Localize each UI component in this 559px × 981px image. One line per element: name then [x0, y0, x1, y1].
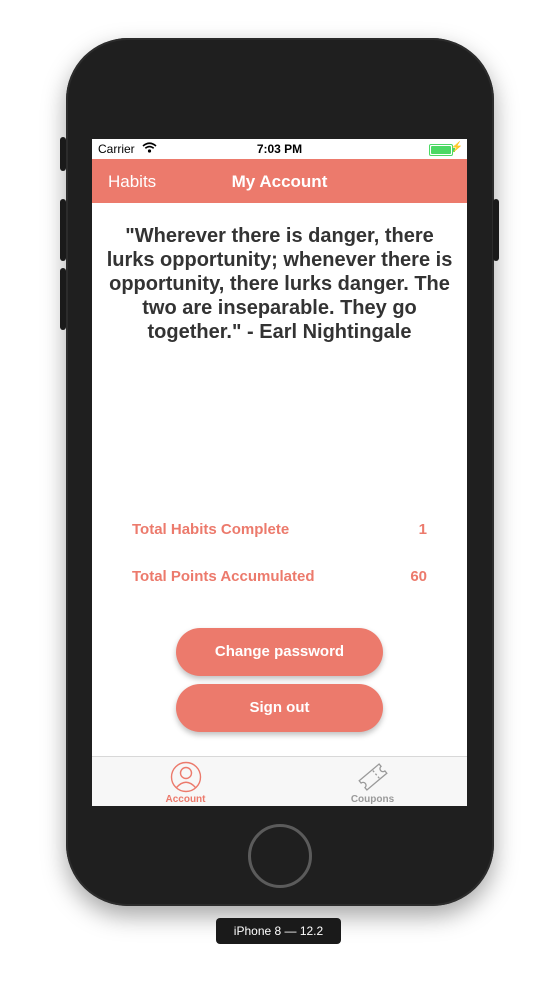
volume-down-button: [60, 268, 66, 330]
stat-label: Total Habits Complete: [132, 521, 290, 538]
tab-coupons[interactable]: Coupons: [279, 757, 466, 806]
stat-row-habits-complete: Total Habits Complete 1: [132, 521, 427, 541]
page-title: My Account: [231, 172, 328, 191]
quote-text: "Wherever there is danger, there lurks o…: [106, 225, 453, 343]
change-password-button[interactable]: Change password: [176, 628, 383, 676]
power-button: [493, 199, 499, 261]
tab-bar: Account Coupons: [92, 756, 467, 806]
charging-bolt-icon: ⚡: [450, 142, 463, 153]
stat-row-points-accumulated: Total Points Accumulated 60: [132, 568, 427, 588]
status-bar: Carrier 7:03 PM ⚡: [92, 139, 467, 159]
volume-up-button: [60, 199, 66, 261]
stat-value: 1: [418, 521, 427, 538]
ticket-icon: [357, 761, 389, 793]
navigation-bar: Habits My Account: [92, 159, 467, 203]
tab-account[interactable]: Account: [92, 757, 279, 806]
tab-label-account: Account: [165, 794, 206, 805]
screen: Carrier 7:03 PM ⚡ Habits My Account "Whe…: [92, 139, 467, 806]
person-circle-icon: [170, 761, 202, 793]
stat-label: Total Points Accumulated: [132, 568, 315, 585]
sign-out-button[interactable]: Sign out: [176, 684, 383, 732]
home-button[interactable]: [248, 824, 312, 888]
stat-value: 60: [410, 568, 427, 585]
battery-icon: [429, 144, 455, 156]
mute-switch: [60, 137, 66, 171]
tab-label-coupons: Coupons: [350, 794, 395, 805]
device-label: iPhone 8 — 12.2: [216, 918, 341, 944]
status-time: 7:03 PM: [256, 142, 303, 156]
